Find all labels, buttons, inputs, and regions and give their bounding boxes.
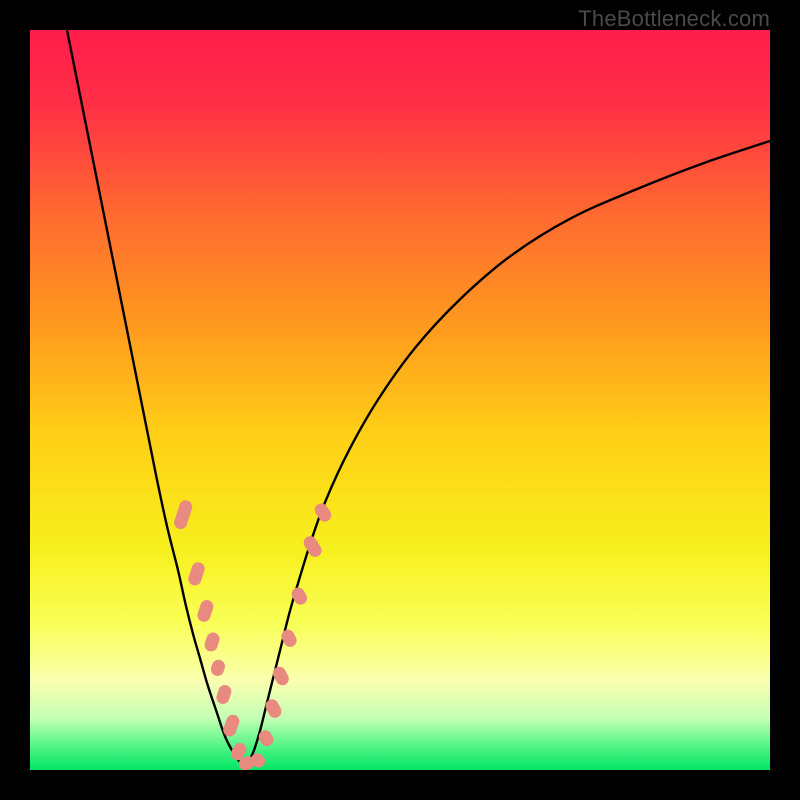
highlight-point <box>215 683 233 705</box>
highlight-point <box>271 664 292 687</box>
chart-container: TheBottleneck.com <box>0 0 800 800</box>
highlight-point <box>187 561 207 588</box>
watermark-text: TheBottleneck.com <box>578 6 770 32</box>
curve-left-branch <box>67 30 245 766</box>
plot-area <box>30 30 770 770</box>
curve-right-branch <box>245 141 770 766</box>
highlight-point <box>301 534 324 560</box>
highlight-point <box>263 697 284 720</box>
highlight-point <box>172 499 194 531</box>
highlight-point <box>196 598 215 623</box>
chart-curves <box>30 30 770 770</box>
highlight-point <box>312 501 334 524</box>
highlight-point <box>209 658 226 678</box>
highlight-point <box>203 631 221 653</box>
